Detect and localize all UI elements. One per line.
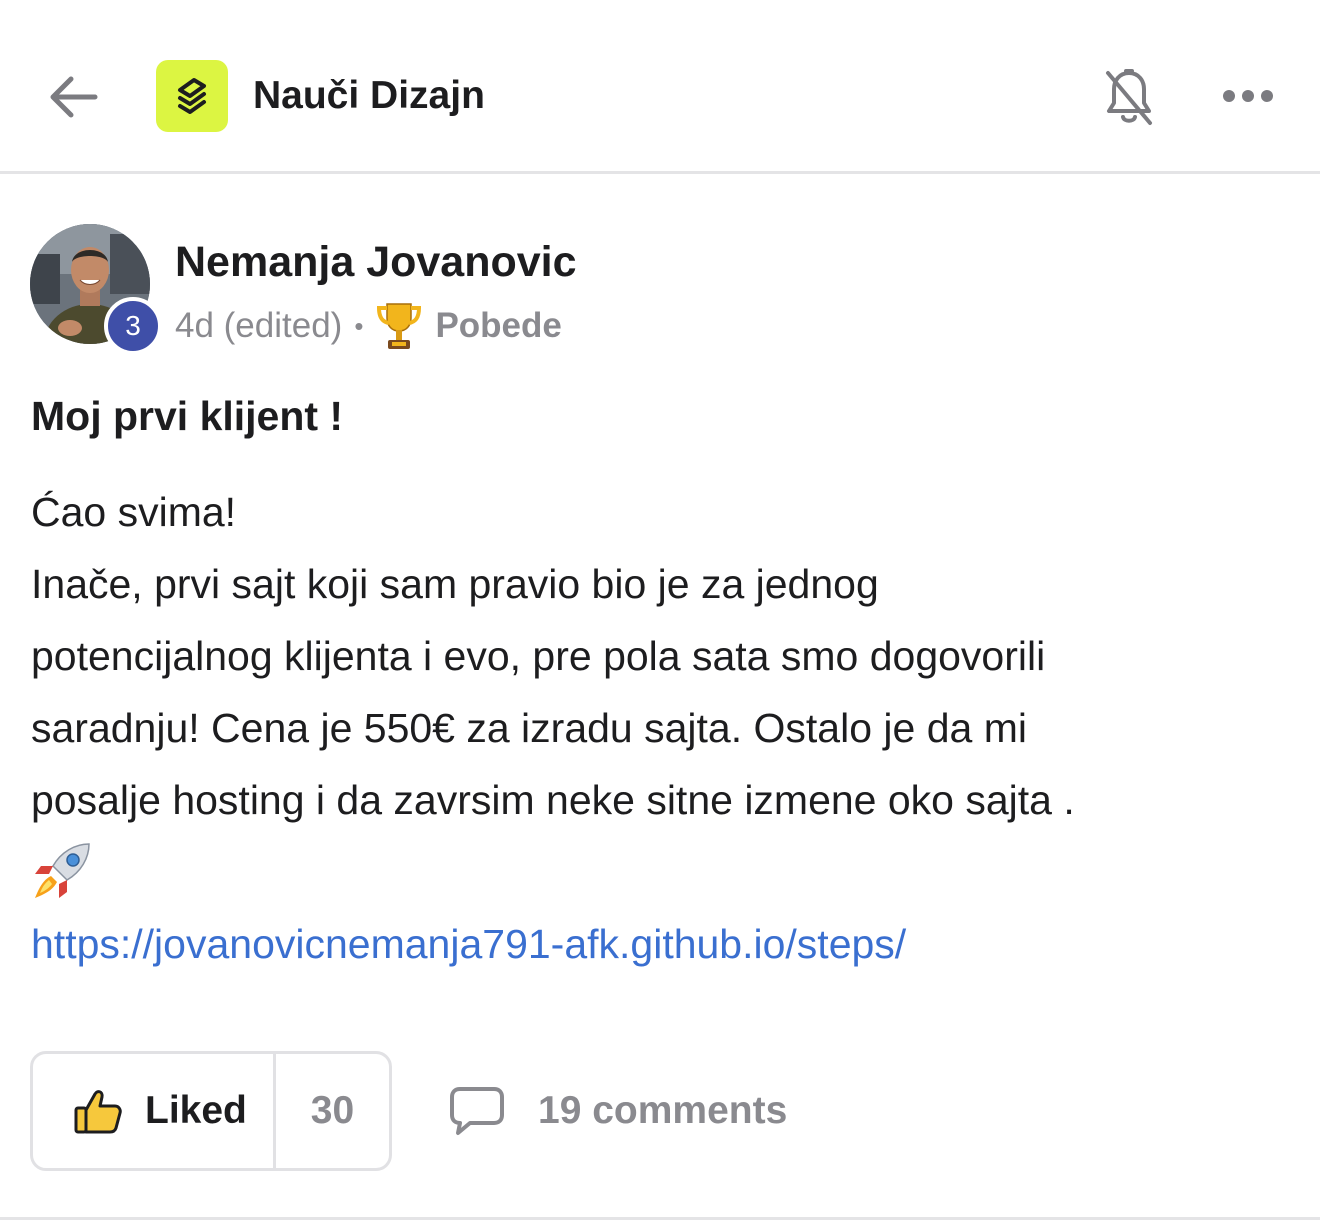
layers-logo-icon (178, 78, 206, 114)
post-timestamp: 4d (edited) (175, 306, 343, 345)
more-horizontal-icon (1223, 90, 1273, 102)
rocket-icon (35, 843, 90, 898)
post-body-line: posalje hosting i da zavrsim neke sitne … (31, 777, 1075, 823)
arrow-left-icon (50, 76, 98, 118)
like-count[interactable]: 30 (276, 1054, 389, 1168)
post-category[interactable]: Pobede (435, 306, 561, 346)
top-app-bar: Nauči Dizajn (0, 0, 1320, 174)
like-label: Liked (145, 1089, 247, 1132)
group-logo[interactable] (156, 60, 228, 132)
thumbs-up-icon (74, 1090, 122, 1134)
group-title[interactable]: Nauči Dizajn (253, 70, 485, 122)
trophy-icon (377, 303, 422, 349)
post-body-line: saradnju! Cena je 550€ za izradu sajta. … (31, 705, 1027, 751)
notifications-toggle-button[interactable] (1096, 62, 1162, 132)
more-options-button[interactable] (1212, 70, 1284, 122)
post-body: Ćao svima! Inače, prvi sajt koji sam pra… (31, 476, 1291, 980)
author-name[interactable]: Nemanja Jovanovic (175, 236, 577, 288)
comments-count: 19 comments (538, 1089, 788, 1132)
post-body-line: Inače, prvi sajt koji sam pravio bio je … (31, 561, 879, 607)
divider (0, 1217, 1320, 1220)
post-link[interactable]: https://jovanovicnemanja791-afk.github.i… (31, 921, 906, 967)
post-body-line: potencijalnog klijenta i evo, pre pola s… (31, 633, 1046, 679)
comments-button[interactable]: 19 comments (448, 1078, 787, 1144)
comment-bubble-icon (450, 1087, 504, 1135)
post-meta: 4d (edited) • Pobede (175, 300, 562, 352)
back-button[interactable] (38, 60, 108, 134)
bell-off-icon (1106, 69, 1152, 125)
post-title: Moj prvi klijent ! (31, 393, 344, 439)
author-level-badge: 3 (104, 297, 162, 355)
like-control: Liked 30 (30, 1051, 392, 1171)
meta-separator: • (354, 310, 364, 341)
post-body-line: Ćao svima! (31, 489, 237, 535)
like-button[interactable]: Liked (33, 1054, 276, 1168)
